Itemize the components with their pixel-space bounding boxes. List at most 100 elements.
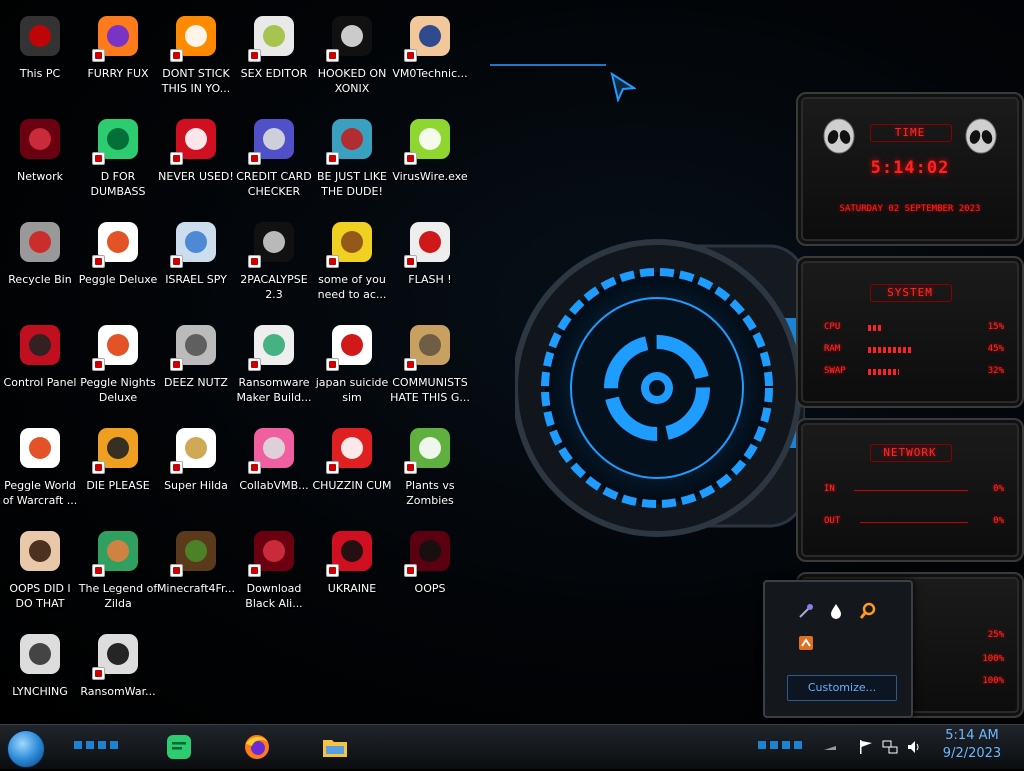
control-panel-icon xyxy=(16,321,64,369)
desktop-icon-label: Download Black Ali... xyxy=(245,582,303,610)
portrait-icon xyxy=(16,527,64,575)
system-row-bar-fill xyxy=(868,347,912,353)
tray-overflow-popup: Customize... xyxy=(763,580,913,718)
desktop-icon[interactable]: DEEZ NUTZ xyxy=(156,315,236,415)
desktop-icon[interactable]: D FOR DUMBASS xyxy=(78,109,158,209)
desktop-icon[interactable]: Plants vs Zombies xyxy=(390,418,470,518)
taskbar-clock[interactable]: 5:14 AM 9/2/2023 xyxy=(930,727,1014,763)
show-hidden-icons-chevron-icon[interactable] xyxy=(822,739,838,755)
update-icon[interactable] xyxy=(797,634,815,652)
shortcut-arrow-icon xyxy=(404,358,417,371)
desktop-icon[interactable]: CHUZZIN CUM xyxy=(312,418,392,518)
desktop-icon[interactable]: HOOKED ON XONIX xyxy=(312,6,392,106)
desktop-icon-label: OOPS xyxy=(414,582,446,595)
desktop-icon[interactable]: UKRAINE xyxy=(312,521,392,621)
taskbar-file-explorer[interactable] xyxy=(310,727,360,767)
shortcut-arrow-icon xyxy=(248,49,261,62)
desktop-icon[interactable]: Super Hilda xyxy=(156,418,236,518)
desktop-icon[interactable]: Peggle Deluxe xyxy=(78,212,158,312)
desktop-icon[interactable]: LYNCHING xyxy=(0,624,80,724)
network-status-icon[interactable] xyxy=(882,739,898,755)
time-value: 5:14:02 xyxy=(870,158,950,178)
droplet-icon[interactable] xyxy=(827,602,845,620)
desktop-icon[interactable]: DIE PLEASE xyxy=(78,418,158,518)
hex-editor-icon xyxy=(248,12,298,62)
desktop-icon[interactable]: Ransomware Maker Build... xyxy=(234,315,314,415)
shortcut-arrow-icon xyxy=(404,152,417,165)
flag-icon[interactable] xyxy=(858,739,874,755)
desktop-icon-label: japan suicide sim xyxy=(315,376,389,404)
desktop-icon-label: 2PACALYPSE 2.3 xyxy=(240,273,308,301)
shortcut-arrow-icon xyxy=(92,255,105,268)
desktop-icon[interactable]: Control Panel xyxy=(0,315,80,415)
desktop-icon[interactable]: This PC xyxy=(0,6,80,106)
system-row-bar xyxy=(868,325,964,331)
shortcut-arrow-icon xyxy=(404,255,417,268)
drive-value: 100% xyxy=(982,654,1004,664)
taskbar-firefox[interactable] xyxy=(232,727,282,767)
wallpaper-device-art xyxy=(515,239,805,537)
shortcut-arrow-icon xyxy=(404,564,417,577)
terminal-icon xyxy=(248,218,298,268)
desktop-icon[interactable]: ISRAEL SPY xyxy=(156,212,236,312)
desktop-icon[interactable]: VM0Technic... xyxy=(390,6,470,106)
system-row-label: SWAP xyxy=(824,366,846,376)
desktop-icon-label: LYNCHING xyxy=(12,685,68,698)
desktop-icon[interactable]: COMMUNISTS HATE THIS G... xyxy=(390,315,470,415)
desktop-icon[interactable]: Network xyxy=(0,109,80,209)
network-gadget[interactable]: NETWORK IN 0% OUT 0% xyxy=(796,418,1024,562)
desktop-icon[interactable]: FLASH ! xyxy=(390,212,470,312)
desktop-icon[interactable]: Recycle Bin xyxy=(0,212,80,312)
desktop-icon[interactable]: VirusWire.exe xyxy=(390,109,470,209)
desktop-icon[interactable]: DONT STICK THIS IN YO... xyxy=(156,6,236,106)
desktop-icon-label: Recycle Bin xyxy=(8,273,72,286)
desktop-icon[interactable]: BE JUST LIKE THE DUDE! xyxy=(312,109,392,209)
desktop-icon[interactable]: japan suicide sim xyxy=(312,315,392,415)
taskbar-decor-arrows xyxy=(758,741,802,749)
skull-icon xyxy=(92,630,142,680)
desktop-icon[interactable]: Peggle Nights Deluxe xyxy=(78,315,158,415)
shortcut-arrow-icon xyxy=(92,564,105,577)
desktop-icon[interactable]: NEVER USED! xyxy=(156,109,236,209)
magnifier-icon[interactable] xyxy=(859,602,877,620)
desktop-icon[interactable]: OOPS DID I DO THAT xyxy=(0,521,80,621)
desktop-icon-label: SEX EDITOR xyxy=(240,67,308,80)
desktop-icon[interactable]: Download Black Ali... xyxy=(234,521,314,621)
desktop-icon[interactable]: The Legend of Zilda xyxy=(78,521,158,621)
shortcut-arrow-icon xyxy=(92,667,105,680)
shortcut-arrow-icon xyxy=(170,49,183,62)
desktop-icon[interactable]: Minecraft4Fr... xyxy=(156,521,236,621)
shortcut-arrow-icon xyxy=(248,255,261,268)
shortcut-arrow-icon xyxy=(326,152,339,165)
xonix-icon xyxy=(326,12,376,62)
shortcut-arrow-icon xyxy=(326,461,339,474)
taskbar-chat-app[interactable] xyxy=(154,727,204,767)
volume-icon[interactable] xyxy=(906,739,922,755)
desktop-icon[interactable]: CollabVMB... xyxy=(234,418,314,518)
time-gadget[interactable]: TIME 5:14:02 SATURDAY 02 SEPTEMBER 2023 xyxy=(796,92,1024,246)
desktop-icon[interactable]: 2PACALYPSE 2.3 xyxy=(234,212,314,312)
customize-button[interactable]: Customize... xyxy=(787,675,897,701)
desktop-icon[interactable]: OOPS xyxy=(390,521,470,621)
doctor-icon xyxy=(404,12,454,62)
system-row-cpu: CPU 15% xyxy=(824,322,1004,336)
desktop-icon[interactable]: CREDIT CARD CHECKER xyxy=(234,109,314,209)
shortcut-arrow-icon xyxy=(326,358,339,371)
system-gadget[interactable]: SYSTEM CPU 15% RAM 45% SWAP 32% xyxy=(796,256,1024,408)
shortcut-arrow-icon xyxy=(92,49,105,62)
desktop-icon[interactable]: FURRY FUX xyxy=(78,6,158,106)
desktop-icon[interactable]: SEX EDITOR xyxy=(234,6,314,106)
desktop-icon[interactable]: Peggle World of Warcraft ... xyxy=(0,418,80,518)
desktop-icon-label: Super Hilda xyxy=(164,479,228,492)
magic-wand-icon[interactable] xyxy=(797,602,815,620)
pc-icon xyxy=(16,12,64,60)
shortcut-arrow-icon xyxy=(326,564,339,577)
decor-blue-line xyxy=(490,64,606,66)
time-title: TIME xyxy=(894,126,926,139)
desktop-icon-label: Ransomware Maker Build... xyxy=(236,376,312,404)
desktop-icon-label: RansomWar... xyxy=(80,685,156,698)
desktop-icon[interactable]: RansomWar... xyxy=(78,624,158,724)
desktop-icon[interactable]: some of you need to ac... xyxy=(312,212,392,312)
start-button[interactable] xyxy=(7,730,45,768)
network-in-line xyxy=(854,490,968,491)
